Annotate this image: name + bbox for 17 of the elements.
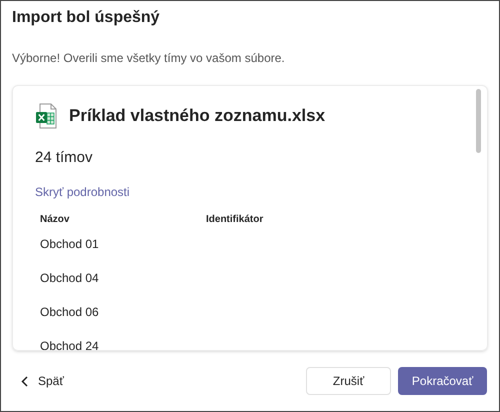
spreadsheet-file-icon bbox=[35, 103, 57, 129]
scrollbar-thumb bbox=[476, 89, 481, 153]
table-cell-text: Obchod 04 bbox=[40, 270, 100, 286]
hide-details-link[interactable]: Skryť podrobnosti bbox=[35, 182, 130, 200]
team-count: 24 tímov bbox=[35, 148, 94, 168]
file-name: Príklad vlastného zoznamu.xlsx bbox=[69, 105, 326, 128]
dialog-message: Výborne! Overili sme všetky tímy vo vašom súbore. bbox=[12, 50, 286, 66]
dialog-title: Import bol úspešný bbox=[12, 8, 161, 28]
back-button[interactable]: Späť bbox=[21, 372, 64, 390]
cancel-button[interactable]: Zrušiť bbox=[306, 367, 391, 395]
continue-button[interactable]: Pokračovať bbox=[398, 367, 487, 395]
column-header: Názov bbox=[40, 212, 70, 226]
table-cell-text: Obchod 06 bbox=[40, 304, 100, 320]
table-cell-text: Obchod 24 bbox=[40, 338, 100, 350]
table-cell-text: Obchod 01 bbox=[40, 236, 100, 252]
column-header: Identifikátor bbox=[206, 212, 264, 226]
chevron-left-icon bbox=[21, 376, 28, 386]
